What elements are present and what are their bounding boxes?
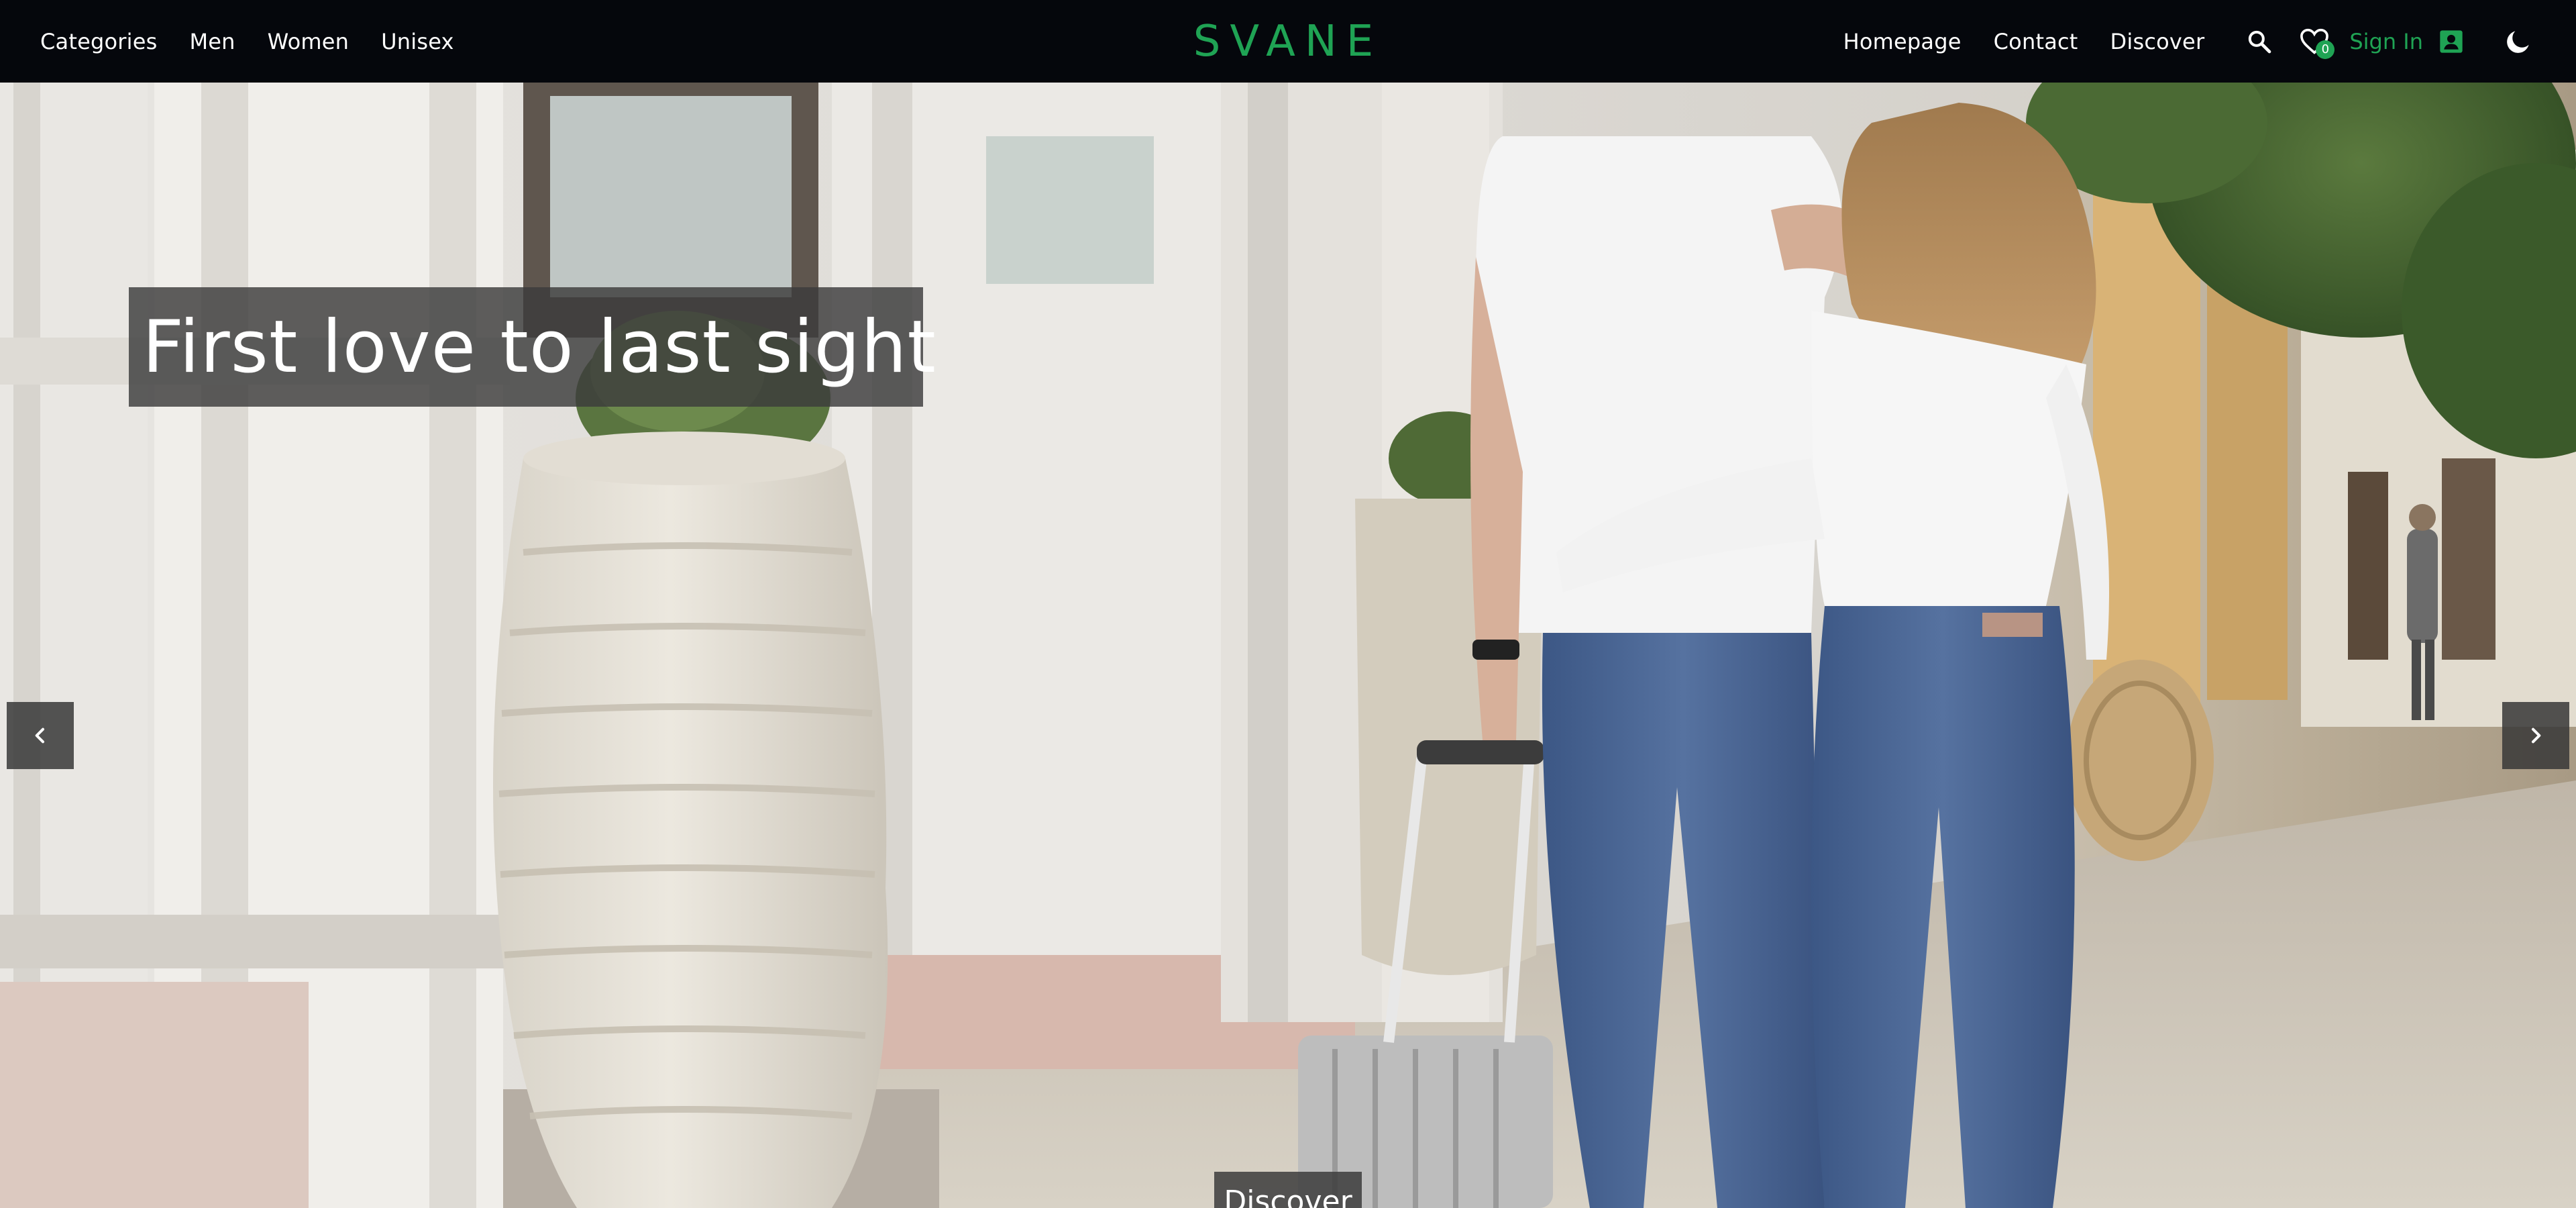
nav-link-discover[interactable]: Discover	[2110, 29, 2205, 54]
hero-title: First love to last sight	[142, 305, 936, 389]
category-nav: Categories Men Women Unisex	[40, 0, 454, 83]
brand-logo[interactable]: SVANE	[1193, 17, 1383, 66]
chevron-right-icon	[2532, 727, 2541, 744]
hero-title-box: First love to last sight	[129, 287, 936, 407]
utility-nav: Homepage Contact Discover 0 Sign In	[1843, 0, 2536, 83]
nav-link-men[interactable]: Men	[189, 29, 235, 54]
search-button[interactable]	[2239, 21, 2279, 62]
wishlist-count-badge: 0	[2316, 40, 2335, 59]
carousel-next-button[interactable]	[2502, 702, 2569, 769]
hero-image	[0, 83, 2576, 1208]
nav-link-women[interactable]: Women	[268, 29, 349, 54]
nav-link-unisex[interactable]: Unisex	[381, 29, 454, 54]
account-box-icon	[2440, 30, 2463, 53]
chevron-left-icon	[35, 727, 44, 744]
hero-carousel: First love to last sight Discover	[0, 83, 2576, 1208]
nav-link-homepage[interactable]: Homepage	[1843, 29, 1962, 54]
wishlist-button[interactable]: 0	[2293, 21, 2336, 62]
search-icon	[2249, 30, 2271, 53]
moon-icon	[2507, 30, 2529, 53]
top-navbar: Categories Men Women Unisex SVANE Homepa…	[0, 0, 2576, 83]
nav-link-categories[interactable]: Categories	[40, 29, 157, 54]
sign-in-button[interactable]: Sign In	[2349, 28, 2465, 55]
discover-button[interactable]: Discover	[1214, 1172, 1362, 1208]
nav-link-contact[interactable]: Contact	[1994, 29, 2078, 54]
theme-toggle-button[interactable]	[2501, 24, 2536, 59]
sign-in-label: Sign In	[2349, 28, 2423, 54]
discover-label: Discover	[1224, 1185, 1352, 1208]
carousel-prev-button[interactable]	[7, 702, 74, 769]
